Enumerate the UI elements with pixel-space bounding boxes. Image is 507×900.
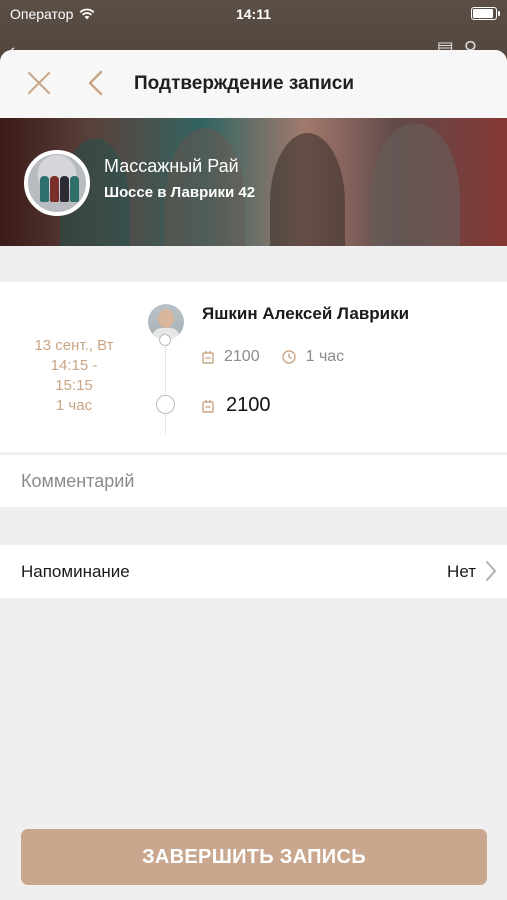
top-bar: Подтверждение записи bbox=[0, 50, 507, 118]
booking-time-start: 14:15 - bbox=[50, 357, 98, 374]
master-name: Яшкин Алексей Лаврики bbox=[202, 304, 410, 323]
comment-placeholder: Комментарий bbox=[21, 471, 135, 491]
page-title: Подтверждение записи bbox=[134, 73, 354, 94]
booking-duration: 1 час bbox=[55, 397, 93, 414]
complete-booking-button[interactable]: ЗАВЕРШИТЬ ЗАПИСЬ bbox=[21, 829, 487, 885]
salon-avatar bbox=[24, 150, 90, 216]
total-price-row: 2100 bbox=[202, 394, 271, 417]
timeline-dot bbox=[159, 334, 171, 346]
comment-field[interactable]: Комментарий bbox=[0, 455, 507, 507]
booking-time-end: 15:15 bbox=[55, 377, 93, 394]
reminder-row[interactable]: Напоминание Нет bbox=[0, 545, 507, 598]
salon-name: Массажный Рай bbox=[104, 156, 239, 176]
clock-icon bbox=[281, 350, 296, 364]
reminder-label: Напоминание bbox=[21, 562, 130, 581]
reminder-value: Нет bbox=[447, 562, 476, 581]
total-price: 2100 bbox=[226, 394, 271, 416]
status-time: 14:11 bbox=[235, 6, 272, 22]
booking-datetime: 13 сент., Вт 14:15 - 15:15 1 час bbox=[0, 336, 148, 416]
back-chevron-icon[interactable] bbox=[84, 68, 108, 98]
status-bar: Оператор 14:11 bbox=[0, 0, 507, 30]
booking-date: 13 сент., Вт bbox=[34, 337, 114, 354]
timeline-end-dot bbox=[156, 395, 175, 414]
price-tag-icon bbox=[202, 399, 214, 413]
battery-icon bbox=[471, 7, 500, 20]
salon-hero: Массажный Рай Шоссе в Лаврики 42 bbox=[0, 118, 507, 246]
booking-card: 13 сент., Вт 14:15 - 15:15 1 час Яшкин А… bbox=[0, 282, 507, 452]
chevron-right-icon bbox=[486, 561, 496, 581]
service-price: 2100 bbox=[224, 348, 260, 365]
salon-address: Шоссе в Лаврики 42 bbox=[104, 184, 256, 201]
booking-confirmation-sheet: Подтверждение записи Массажный Рай Шоссе… bbox=[0, 50, 507, 900]
service-duration: 1 час bbox=[305, 348, 345, 365]
close-icon[interactable] bbox=[24, 68, 54, 98]
service-details: 2100 1 час bbox=[202, 348, 344, 366]
price-tag-icon bbox=[202, 351, 214, 364]
